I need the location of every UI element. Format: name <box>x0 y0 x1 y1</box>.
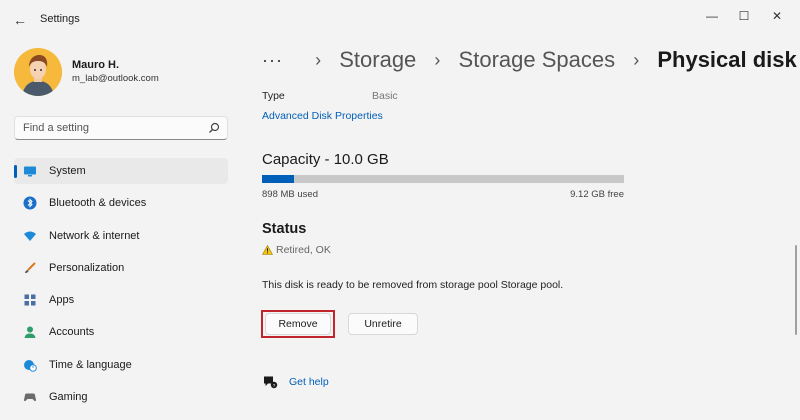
unretire-button[interactable]: Unretire <box>348 313 418 335</box>
back-arrow-icon: ← <box>13 12 27 28</box>
back-button[interactable]: ← <box>10 10 30 30</box>
brush-icon <box>25 262 36 273</box>
type-label: Type <box>262 90 285 102</box>
warning-icon <box>262 245 273 255</box>
sidebar-item-label: Apps <box>49 294 75 307</box>
person-icon <box>24 326 36 339</box>
breadcrumb-storage-spaces[interactable]: Storage Spaces <box>459 47 616 73</box>
avatar[interactable] <box>14 48 62 96</box>
advanced-disk-properties-link[interactable]: Advanced Disk Properties <box>262 110 383 122</box>
sidebar-item-network[interactable]: Network & internet <box>14 223 228 249</box>
sidebar-item-label: Personalization <box>49 261 125 274</box>
page-title: Physical disk <box>657 47 797 73</box>
status-title: Status <box>262 221 307 237</box>
get-help-link[interactable]: Get help <box>289 376 329 388</box>
apps-icon <box>24 294 36 306</box>
wifi-icon <box>24 231 36 241</box>
controller-icon <box>24 393 36 402</box>
free-space-label: 9.12 GB free <box>570 189 624 200</box>
sidebar-item-label: Time & language <box>49 358 132 371</box>
used-space-label: 898 MB used <box>262 189 318 200</box>
sidebar-item-gaming[interactable]: Gaming <box>14 384 228 410</box>
sidebar-item-apps[interactable]: Apps <box>14 287 228 313</box>
status-message: This disk is ready to be removed from st… <box>262 279 564 291</box>
search-input[interactable] <box>23 121 203 135</box>
maximize-button[interactable]: ☐ <box>729 6 759 26</box>
sidebar-item-label: System <box>49 165 86 177</box>
sidebar-item-label: Gaming <box>49 391 88 404</box>
user-name: Mauro H. <box>72 59 120 71</box>
breadcrumb-overflow-button[interactable]: ··· <box>262 50 283 71</box>
bluetooth-icon <box>23 196 37 210</box>
remove-button[interactable]: Remove <box>265 313 331 335</box>
user-email: m_lab@outlook.com <box>72 73 159 84</box>
capacity-bar-fill <box>262 175 294 183</box>
type-value: Basic <box>372 90 398 102</box>
sidebar-item-time-language[interactable]: Time & language <box>14 352 228 378</box>
scrollbar[interactable] <box>795 245 797 335</box>
app-title: Settings <box>40 13 80 25</box>
breadcrumb: ··· › Storage › Storage Spaces › Physica… <box>262 46 797 80</box>
sidebar-item-accounts[interactable]: Accounts <box>14 319 228 345</box>
sidebar-item-label: Network & internet <box>49 229 140 242</box>
sidebar-item-bluetooth[interactable]: Bluetooth & devices <box>14 190 228 216</box>
minimize-button[interactable]: — <box>697 6 727 26</box>
chevron-right-icon: › <box>633 49 640 70</box>
sidebar-nav: System Bluetooth & devices Network & int… <box>14 158 228 416</box>
chevron-right-icon: › <box>315 49 322 70</box>
avatar-person-icon <box>14 48 62 96</box>
chevron-right-icon: › <box>434 49 441 70</box>
status-value: Retired, OK <box>276 244 331 256</box>
close-button[interactable]: ✕ <box>762 6 792 26</box>
sidebar-item-label: Accounts <box>49 326 95 339</box>
sidebar-item-personalization[interactable]: Personalization <box>14 255 228 281</box>
help-chat-icon: ? <box>264 376 278 389</box>
monitor-icon <box>24 166 36 177</box>
capacity-title: Capacity - 10.0 GB <box>262 151 389 168</box>
sidebar-item-system[interactable]: System <box>14 158 228 184</box>
breadcrumb-storage[interactable]: Storage <box>339 47 416 73</box>
search-icon <box>209 122 220 133</box>
capacity-bar <box>262 175 624 183</box>
search-box[interactable] <box>14 116 228 140</box>
clock-globe-icon <box>24 359 37 372</box>
title-bar: ← Settings — ☐ ✕ <box>0 0 800 40</box>
active-indicator <box>14 165 17 178</box>
sidebar-item-label: Bluetooth & devices <box>49 197 147 210</box>
